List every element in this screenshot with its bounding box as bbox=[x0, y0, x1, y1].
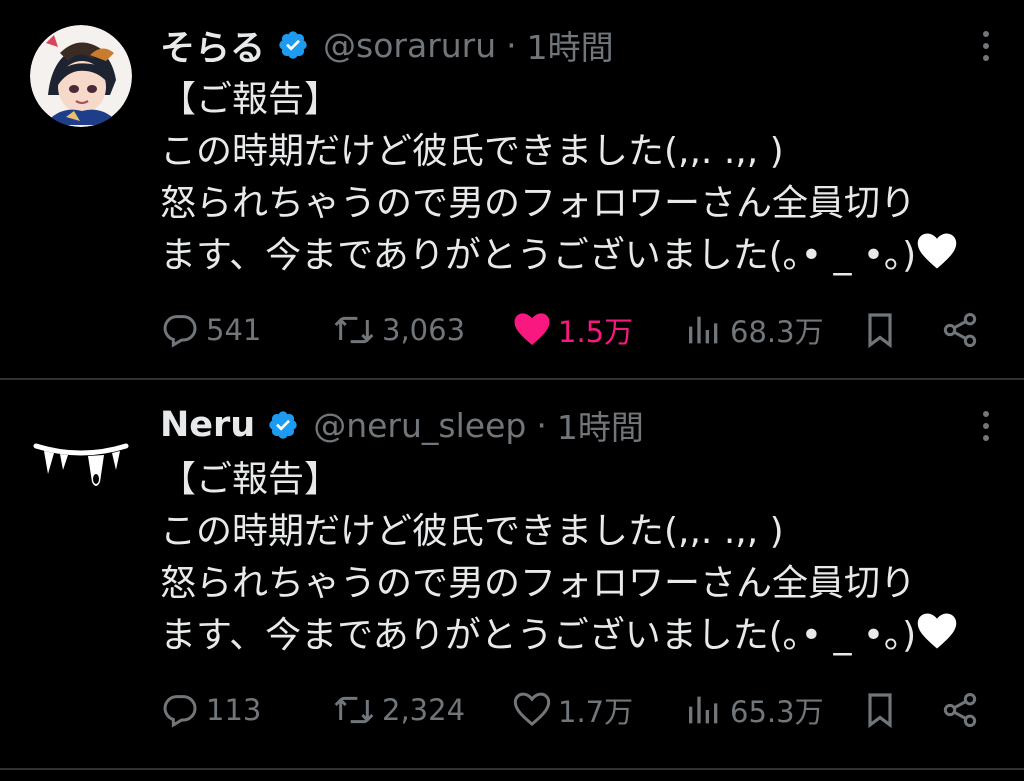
analytics-icon bbox=[689, 696, 718, 724]
repost-icon bbox=[334, 316, 374, 344]
avatar[interactable] bbox=[30, 402, 132, 504]
user-handle[interactable]: @neru_sleep bbox=[313, 406, 526, 445]
repost-icon bbox=[334, 696, 374, 724]
share-icon bbox=[943, 693, 977, 727]
heart-filled-icon bbox=[514, 313, 550, 345]
tweet-text-line: この時期だけど彼氏できました(,,. .,, ) bbox=[160, 131, 784, 172]
tweet-divider bbox=[0, 768, 1024, 770]
like-button[interactable]: 1.7万 bbox=[512, 686, 633, 734]
bookmark-button[interactable] bbox=[860, 306, 900, 354]
white-heart-emoji-icon bbox=[917, 233, 957, 269]
tweet-text-line: ます、今までありがとうございました(｡• _ •｡) bbox=[160, 235, 917, 276]
tweet-text-line: この時期だけど彼氏できました(,,. .,, ) bbox=[160, 511, 784, 552]
analytics-icon bbox=[689, 316, 718, 344]
reply-button[interactable]: 541 bbox=[160, 306, 261, 354]
views-button[interactable]: 65.3万 bbox=[684, 686, 824, 734]
user-handle[interactable]: @soraruru bbox=[323, 26, 496, 65]
avatar-illustration bbox=[30, 402, 132, 504]
timestamp[interactable]: 1時間 bbox=[527, 21, 614, 69]
tweet-header: そらる @soraruru · 1時間 bbox=[160, 20, 614, 70]
reply-icon bbox=[163, 315, 197, 348]
tweet-actions: 541 3,063 1.5万 68.3万 bbox=[160, 306, 990, 354]
tweet-header: Neru @neru_sleep · 1時間 bbox=[160, 400, 644, 450]
repost-button[interactable]: 3,063 bbox=[332, 306, 465, 354]
tweet-text: 【ご報告】 この時期だけど彼氏できました(,,. .,, ) 怒られちゃうので男… bbox=[160, 454, 1020, 662]
avatar-illustration bbox=[30, 25, 132, 127]
avatar[interactable] bbox=[30, 25, 132, 127]
bookmark-icon bbox=[868, 313, 892, 349]
share-button[interactable] bbox=[940, 686, 980, 734]
display-name[interactable]: Neru bbox=[160, 405, 255, 445]
white-heart-emoji-icon bbox=[917, 613, 957, 649]
tweet-text-line: 怒られちゃうので男のフォロワーさん全員切り bbox=[160, 183, 917, 224]
repost-count: 3,063 bbox=[382, 313, 466, 347]
tweet-text: 【ご報告】 この時期だけど彼氏できました(,,. .,, ) 怒られちゃうので男… bbox=[160, 74, 1020, 282]
tweet-text-line: 【ご報告】 bbox=[160, 79, 341, 120]
reply-count: 541 bbox=[206, 313, 262, 347]
bookmark-button[interactable] bbox=[860, 686, 900, 734]
timestamp[interactable]: 1時間 bbox=[557, 401, 644, 449]
tweet-text-line-last: ます、今までありがとうございました(｡• _ •｡) bbox=[160, 610, 1020, 662]
views-button[interactable]: 68.3万 bbox=[684, 306, 824, 354]
separator-dot: · bbox=[506, 25, 517, 65]
more-options-icon[interactable] bbox=[974, 408, 998, 444]
share-icon bbox=[943, 313, 977, 347]
share-button[interactable] bbox=[940, 306, 980, 354]
like-count: 1.5万 bbox=[558, 315, 634, 349]
tweet-text-line-last: ます、今までありがとうございました(｡• _ •｡) bbox=[160, 230, 1020, 282]
heart-outline-icon bbox=[513, 692, 551, 727]
tweet-text-line: ます、今までありがとうございました(｡• _ •｡) bbox=[160, 615, 917, 656]
verified-badge-icon bbox=[279, 31, 307, 59]
verified-badge-icon bbox=[269, 411, 297, 439]
repost-count: 2,324 bbox=[382, 693, 466, 727]
tweet-actions: 113 2,324 1.7万 65.3万 bbox=[160, 686, 990, 734]
like-button[interactable]: 1.5万 bbox=[512, 306, 633, 354]
view-count: 65.3万 bbox=[730, 695, 824, 729]
separator-dot: · bbox=[536, 405, 547, 445]
bookmark-icon bbox=[868, 693, 892, 729]
tweet-text-line: 怒られちゃうので男のフォロワーさん全員切り bbox=[160, 563, 917, 604]
reply-button[interactable]: 113 bbox=[160, 686, 261, 734]
display-name[interactable]: そらる bbox=[160, 20, 265, 71]
tweet-text-line: 【ご報告】 bbox=[160, 459, 341, 500]
more-options-icon[interactable] bbox=[974, 28, 998, 64]
repost-button[interactable]: 2,324 bbox=[332, 686, 465, 734]
tweet[interactable]: そらる @soraruru · 1時間 【ご報告】 この時期だけど彼氏できました… bbox=[0, 0, 1024, 378]
like-count: 1.7万 bbox=[558, 695, 634, 729]
reply-icon bbox=[163, 695, 197, 728]
view-count: 68.3万 bbox=[730, 315, 824, 349]
reply-count: 113 bbox=[206, 693, 262, 727]
tweet[interactable]: Neru @neru_sleep · 1時間 【ご報告】 この時期だけど彼氏でき… bbox=[0, 380, 1024, 766]
